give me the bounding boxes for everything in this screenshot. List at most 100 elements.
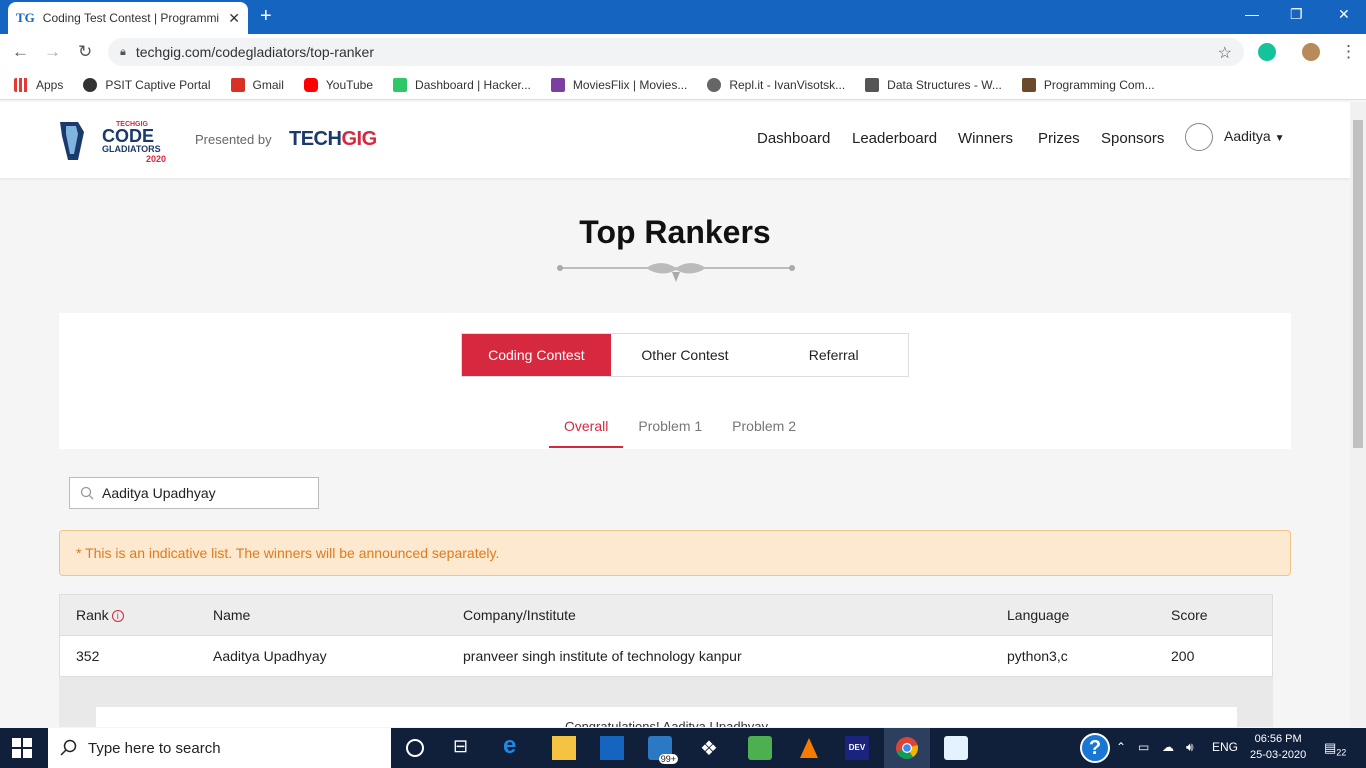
replit-icon bbox=[707, 77, 722, 92]
store-icon[interactable] bbox=[600, 736, 624, 760]
bookmark-programming[interactable]: Programming Com... bbox=[1021, 77, 1155, 92]
devcpp-icon[interactable]: DEV bbox=[845, 736, 869, 760]
volume-icon[interactable]: 🔊︎ bbox=[1186, 740, 1194, 755]
close-tab-icon[interactable]: ✕ bbox=[228, 10, 240, 27]
wiki-icon bbox=[865, 77, 880, 92]
tab-referral[interactable]: Referral bbox=[759, 334, 908, 376]
gmail-icon bbox=[230, 77, 245, 92]
info-icon[interactable]: i bbox=[111, 610, 124, 623]
search-value: Aaditya Upadhyay bbox=[102, 485, 216, 501]
tab-coding-contest[interactable]: Coding Contest bbox=[462, 334, 611, 376]
bookmark-moviesflix[interactable]: MoviesFlix | Movies... bbox=[550, 77, 687, 92]
bookmark-replit[interactable]: Repl.it - IvanVisotsk... bbox=[707, 77, 845, 92]
header-rank: Rank i bbox=[76, 607, 124, 623]
cell-name: Aaditya Upadhyay bbox=[213, 648, 327, 664]
cortana-icon[interactable] bbox=[406, 739, 424, 757]
bookmark-star-icon[interactable]: ☆ bbox=[1218, 43, 1232, 63]
search-icon bbox=[60, 739, 77, 756]
globe-icon bbox=[83, 77, 98, 92]
taskbar-search[interactable]: Type here to search bbox=[48, 728, 391, 768]
tab-title: Coding Test Contest | Programmi bbox=[42, 11, 220, 25]
close-window-icon[interactable]: ✕ bbox=[1338, 6, 1350, 23]
file-explorer-icon[interactable] bbox=[552, 736, 576, 760]
dropbox-icon[interactable]: ❖ bbox=[700, 736, 724, 760]
search-icon bbox=[80, 486, 94, 500]
back-icon[interactable]: ← bbox=[12, 42, 29, 62]
browser-titlebar: TG Coding Test Contest | Programmi ✕ + —… bbox=[0, 0, 1366, 34]
header-company: Company/Institute bbox=[463, 607, 576, 623]
techgig-favicon-icon: TG bbox=[16, 10, 35, 25]
vlc-icon[interactable] bbox=[797, 736, 821, 760]
search-input[interactable]: Aaditya Upadhyay bbox=[69, 477, 319, 509]
page-scrollbar[interactable] bbox=[1350, 102, 1366, 727]
presented-by-label: Presented by bbox=[195, 132, 272, 147]
forward-icon[interactable]: → bbox=[44, 42, 61, 62]
tab-other-contest[interactable]: Other Contest bbox=[611, 334, 760, 376]
table-header: Rank i Name Company/Institute Language Sc… bbox=[59, 594, 1273, 636]
codechef-icon bbox=[1021, 77, 1036, 92]
notifications-icon[interactable]: ▤22 bbox=[1324, 740, 1346, 758]
mail-icon[interactable]: 99+ bbox=[648, 736, 678, 764]
nav-winners[interactable]: Winners bbox=[958, 130, 1013, 147]
bookmark-hackerrank[interactable]: Dashboard | Hacker... bbox=[393, 77, 531, 92]
nav-prizes[interactable]: Prizes bbox=[1038, 130, 1080, 147]
user-avatar-icon[interactable] bbox=[1185, 123, 1213, 151]
nav-dashboard[interactable]: Dashboard bbox=[757, 130, 830, 147]
nav-sponsors[interactable]: Sponsors bbox=[1101, 130, 1164, 147]
contest-tabs: Coding Contest Other Contest Referral bbox=[461, 333, 909, 377]
system-clock[interactable]: 06:56 PM 25-03-2020 bbox=[1250, 731, 1306, 763]
cell-language: python3,c bbox=[1007, 648, 1068, 664]
indicative-list-alert: * This is an indicative list. The winner… bbox=[59, 530, 1291, 576]
caret-down-icon: ▼ bbox=[1274, 133, 1285, 144]
windows-start-icon[interactable] bbox=[12, 738, 32, 758]
page-content: TECHGIG CODE GLADIATORS 2020 Presented b… bbox=[0, 102, 1350, 727]
python-file-icon[interactable] bbox=[944, 736, 968, 760]
header-score: Score bbox=[1171, 607, 1208, 623]
chrome-icon[interactable] bbox=[895, 736, 919, 760]
bookmark-youtube[interactable]: YouTube bbox=[303, 77, 373, 92]
help-icon[interactable]: ? bbox=[1080, 733, 1110, 763]
battery-icon[interactable]: ▭ bbox=[1138, 740, 1149, 754]
minimize-icon[interactable]: — bbox=[1245, 6, 1259, 22]
restore-icon[interactable]: ❐ bbox=[1290, 6, 1303, 23]
svg-text:CODE: CODE bbox=[102, 126, 154, 146]
browser-tab[interactable]: TG Coding Test Contest | Programmi ✕ bbox=[8, 2, 248, 34]
user-menu[interactable]: Aaditya ▼ bbox=[1224, 128, 1285, 144]
grammarly-icon[interactable] bbox=[1258, 43, 1276, 61]
onedrive-icon[interactable]: ☁ bbox=[1162, 740, 1174, 754]
subtab-overall[interactable]: Overall bbox=[549, 410, 624, 448]
contest-card: Coding Contest Other Contest Referral Ov… bbox=[59, 313, 1291, 449]
bookmark-gmail[interactable]: Gmail bbox=[230, 77, 284, 92]
url-text: techgig.com/codegladiators/top-ranker bbox=[135, 44, 374, 60]
chevron-up-icon[interactable]: ⌃ bbox=[1116, 740, 1126, 754]
bookmark-data-structures[interactable]: Data Structures - W... bbox=[865, 77, 1002, 92]
subtab-problem-1[interactable]: Problem 1 bbox=[623, 410, 717, 448]
task-view-icon[interactable]: ⊟ bbox=[453, 736, 477, 760]
language-indicator[interactable]: ENG bbox=[1212, 740, 1238, 754]
menu-icon[interactable]: ⋮ bbox=[1340, 42, 1357, 62]
congratulations-banner: Congratulations! Aaditya Upadhyay bbox=[96, 707, 1237, 727]
header-language: Language bbox=[1007, 607, 1070, 623]
edge-icon[interactable]: e bbox=[503, 732, 527, 759]
reload-icon[interactable]: ↻ bbox=[78, 42, 92, 62]
windows-taskbar: Type here to search ⊟ e 99+ ❖ DEV ? ⌃ ▭ … bbox=[0, 728, 1366, 768]
techgig-logo[interactable]: TECHGIG bbox=[289, 128, 377, 151]
page-title: Top Rankers bbox=[579, 214, 771, 250]
code-gladiators-logo[interactable]: TECHGIG CODE GLADIATORS 2020 bbox=[58, 118, 176, 164]
moviesflix-icon bbox=[550, 77, 565, 92]
rankers-table: Rank i Name Company/Institute Language Sc… bbox=[59, 594, 1273, 677]
evernote-icon[interactable] bbox=[748, 736, 772, 760]
url-field[interactable]: 🔒︎ techgig.com/codegladiators/top-ranker… bbox=[108, 38, 1244, 66]
apps-grid-icon bbox=[14, 77, 28, 92]
subtab-problem-2[interactable]: Problem 2 bbox=[717, 410, 811, 448]
new-tab-icon[interactable]: + bbox=[260, 5, 272, 28]
nav-leaderboard[interactable]: Leaderboard bbox=[852, 130, 937, 147]
youtube-icon bbox=[303, 77, 318, 92]
bookmark-psit[interactable]: PSIT Captive Portal bbox=[83, 77, 211, 92]
scrollbar-thumb[interactable] bbox=[1353, 120, 1363, 448]
bookmark-apps[interactable]: Apps bbox=[14, 77, 63, 92]
hackerrank-icon bbox=[393, 77, 408, 92]
bookmarks-bar: Apps PSIT Captive Portal Gmail YouTube D… bbox=[0, 70, 1366, 100]
cell-rank: 352 bbox=[76, 648, 100, 664]
profile-avatar-icon[interactable] bbox=[1302, 43, 1320, 61]
